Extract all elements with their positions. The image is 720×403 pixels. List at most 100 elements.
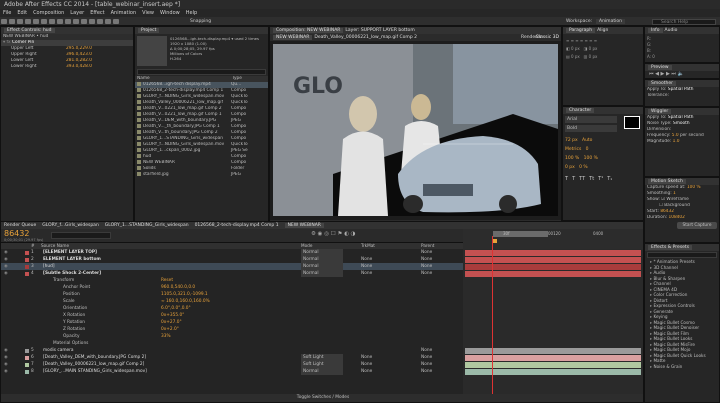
effects-presets-tab[interactable]: Effects & Presets: [645, 244, 719, 251]
playhead-marker[interactable]: [493, 239, 497, 243]
layer-trkmat[interactable]: None: [361, 361, 372, 368]
layer-mode[interactable]: Normal: [301, 249, 343, 256]
camera-tool-icon[interactable]: [41, 19, 47, 24]
menu-window[interactable]: Window: [157, 10, 183, 16]
timeline-tab[interactable]: GLORY_1...STANDING_Girls_widespan: [105, 223, 189, 228]
selection-tool-icon[interactable]: [9, 19, 15, 24]
layer-parent[interactable]: None: [421, 347, 432, 354]
vertical-scale-value[interactable]: 100 %: [565, 156, 579, 161]
layer-name[interactable]: modis camera: [43, 347, 74, 354]
current-time-indicator[interactable]: [492, 236, 493, 396]
mask-tool-icon[interactable]: [57, 19, 63, 24]
layer-parent[interactable]: None: [421, 249, 432, 256]
smoother-tab[interactable]: Smoother: [645, 80, 719, 87]
pan-behind-tool-icon[interactable]: [49, 19, 55, 24]
effect-controls-tab[interactable]: Effect Controls: hud: [1, 27, 133, 34]
layer-trkmat[interactable]: None: [361, 270, 372, 277]
text-style-button[interactable]: T¹: [598, 176, 603, 182]
composition-tab[interactable]: Composition: NEW WEBINAR: [273, 28, 344, 33]
layer-row[interactable]: ◉ 5 modis camera None: [1, 347, 463, 354]
menu-effect[interactable]: Effect: [87, 10, 107, 16]
property-value[interactable]: 0x+2.0°: [161, 326, 179, 333]
rotate-tool-icon[interactable]: [33, 19, 39, 24]
layer-tab[interactable]: Layer: SUPPORT LAYER bottom: [345, 28, 414, 33]
fill-color-swatch[interactable]: [624, 116, 640, 129]
time-ruler[interactable]: 30f 00120 0400: [463, 229, 643, 249]
eye-icon[interactable]: ◉: [4, 270, 8, 277]
property-value[interactable]: 0x+27.0°: [161, 319, 182, 326]
menu-help[interactable]: Help: [183, 10, 200, 16]
font-family-select[interactable]: Arial: [565, 116, 617, 123]
work-area-bar[interactable]: [493, 231, 548, 237]
label-color-swatch[interactable]: [25, 264, 29, 269]
font-size-value[interactable]: 72 px: [565, 138, 578, 143]
search-help-input[interactable]: Search Help: [652, 18, 716, 25]
timeline-switch-icons[interactable]: ⚙ ◉ ◎ ☐ ⚑ ◐ ◑: [311, 231, 355, 237]
baseline-shift-value[interactable]: 0 px: [565, 165, 575, 170]
magnitude-value[interactable]: 1.0: [673, 139, 680, 144]
brush-tool-icon[interactable]: [81, 19, 87, 24]
label-color-swatch[interactable]: [25, 362, 29, 367]
snapping-checkbox[interactable]: Snapping: [190, 19, 211, 24]
paragraph-tab[interactable]: Paragraph: [566, 28, 596, 33]
layer-parent[interactable]: None: [421, 354, 432, 361]
label-color-swatch[interactable]: [25, 257, 29, 262]
label-color-swatch[interactable]: [25, 271, 29, 276]
menu-edit[interactable]: Edit: [14, 10, 30, 16]
layer-mode[interactable]: Normal: [301, 368, 343, 375]
tsume-value[interactable]: 0 %: [579, 165, 588, 170]
show-background-checkbox[interactable]: Background: [664, 203, 690, 208]
layer-row[interactable]: ◉ 7 [Death_Valley_00006221_low_map.gif Com…: [1, 361, 463, 368]
effects-search-input[interactable]: [647, 252, 717, 258]
puppet-tool-icon[interactable]: [113, 19, 119, 24]
layer-name[interactable]: [hud]: [43, 263, 55, 270]
label-color-swatch[interactable]: [25, 348, 29, 353]
property-value[interactable]: 1105.0,321.0,-1099.1: [161, 291, 208, 298]
eye-icon[interactable]: ◉: [4, 361, 8, 368]
clone-tool-icon[interactable]: [89, 19, 95, 24]
layer-trkmat[interactable]: None: [361, 354, 372, 361]
motion-sketch-tab[interactable]: Motion Sketch: [645, 178, 719, 185]
layer-row[interactable]: ◉ 1 [ELEMENT LAYER TOP] Normal None: [1, 249, 463, 256]
layer-parent[interactable]: None: [421, 256, 432, 263]
comp-subtab-other[interactable]: Death_Valley_00006221_low_map.gif Comp 2: [314, 35, 417, 40]
project-search-input[interactable]: [137, 69, 266, 75]
toggle-switches-modes[interactable]: Toggle Switches / Modes: [1, 394, 643, 402]
timeline-tab[interactable]: 0126568_2-tech-display.mp4 Comp 1: [195, 223, 279, 228]
noise-select[interactable]: Smooth: [673, 121, 690, 126]
layer-trkmat[interactable]: None: [361, 368, 372, 375]
comp-viewer[interactable]: GLO: [273, 44, 558, 216]
layer-name[interactable]: ELEMENT LAYER bottom: [43, 256, 101, 263]
project-tab[interactable]: Project: [135, 27, 268, 34]
wiggler-tab[interactable]: Wiggler: [645, 108, 719, 115]
text-style-button[interactable]: T: [565, 176, 568, 182]
label-color-swatch[interactable]: [25, 250, 29, 255]
preview-tab[interactable]: Preview: [645, 64, 719, 71]
roto-tool-icon[interactable]: [105, 19, 111, 24]
eye-icon[interactable]: ◉: [4, 368, 8, 375]
effects-category[interactable]: Noise & Grain: [645, 364, 719, 370]
home-tool-icon[interactable]: [1, 19, 7, 24]
horizontal-scale-value[interactable]: 100 %: [584, 156, 598, 161]
align-tab[interactable]: Align: [597, 28, 608, 33]
workspace-dropdown[interactable]: Animation: [596, 19, 625, 24]
font-style-select[interactable]: Bold: [565, 125, 617, 132]
layer-row[interactable]: ◉ 6 [Death_Valley_DEM_with_boundary.JPG Co…: [1, 354, 463, 361]
menu-layer[interactable]: Layer: [67, 10, 87, 16]
layer-mode[interactable]: Soft Light: [301, 354, 343, 361]
menu-file[interactable]: File: [0, 10, 14, 16]
info-tab[interactable]: Info: [648, 28, 663, 33]
layer-row[interactable]: ◉ 8 [GLORY_...MAIN STANDING_Girls_widespan…: [1, 368, 463, 375]
leading-value[interactable]: Auto: [582, 138, 592, 143]
timeline-tab[interactable]: GLORY_f...Girls_widespan: [42, 223, 99, 228]
smoother-apply-select[interactable]: Spatial Path: [668, 87, 694, 92]
timeline-search-input[interactable]: [51, 232, 111, 239]
layer-row[interactable]: ◉ 4 [Subtle Shock 2-Center] Normal None None: [1, 270, 463, 277]
timeline-tab[interactable]: NEW WEBINAR: [284, 223, 324, 228]
layer-parent[interactable]: None: [421, 361, 432, 368]
eraser-tool-icon[interactable]: [97, 19, 103, 24]
layer-mode[interactable]: Normal: [301, 256, 343, 263]
start-capture-button[interactable]: Start Capture: [677, 222, 717, 229]
timeline-timecode[interactable]: 86432: [4, 229, 29, 238]
layer-trkmat[interactable]: None: [361, 263, 372, 270]
